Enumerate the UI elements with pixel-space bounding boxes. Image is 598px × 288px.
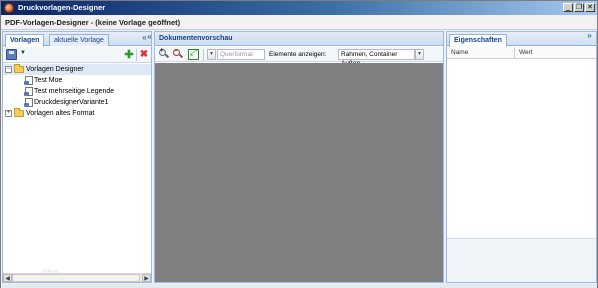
zoom-in-button[interactable]: + (159, 48, 170, 59)
collapse-right-icon[interactable]: » (584, 31, 595, 41)
scroll-right-icon[interactable]: ▶ (142, 274, 151, 282)
preview-title: Dokumentenvorschau (159, 35, 233, 42)
preview-toolbar: + − ▼ Querformat Elemente anzeigen: Rahm… (155, 47, 443, 67)
templates-tree: − Vorlagen Designer Test Moe Test mehrse… (3, 64, 151, 119)
maximize-button[interactable]: ❐ (574, 3, 584, 12)
column-header-name[interactable]: Name (447, 47, 514, 59)
templates-panel: Vorlagen aktuelle Vorlage « ▼ ✚ ✖ − Vorl… (2, 31, 152, 283)
toolbar-separator (203, 49, 204, 61)
elements-select[interactable]: Rahmen, Container Außen (338, 49, 415, 67)
preview-header: Dokumentenvorschau (155, 32, 443, 46)
tree-folder-vorlagen-designer[interactable]: − Vorlagen Designer (3, 64, 151, 75)
designer-header: PDF-Vorlagen-Designer - (keine Vorlage g… (1, 15, 597, 30)
collapse-center-left-icon[interactable]: « (144, 32, 155, 42)
template-document-icon (24, 98, 33, 107)
horizontal-scrollbar[interactable]: ◀ ▶ (3, 273, 151, 282)
tree-label: Test Moe (34, 77, 63, 84)
column-header-wert[interactable]: Wert (514, 47, 596, 59)
zoom-out-button[interactable]: − (173, 48, 184, 59)
floppy-icon (6, 49, 17, 60)
expand-icon[interactable]: + (5, 110, 12, 117)
minus-icon: − (174, 48, 178, 54)
template-document-icon (24, 87, 33, 96)
properties-panel: Eigenschaften Name Wert (446, 31, 597, 283)
tree-label: Vorlagen Designer (26, 66, 84, 73)
folder-icon (14, 108, 24, 117)
elements-label: Elemente anzeigen: (269, 51, 327, 58)
tree-item-druckdesignervariante1[interactable]: DruckdesignerVariante1 (3, 97, 151, 108)
status-bar (1, 284, 597, 288)
tab-aktuelle-vorlage[interactable]: aktuelle Vorlage (49, 34, 109, 46)
page-title: PDF-Vorlagen-Designer - (keine Vorlage g… (5, 18, 181, 27)
save-split-button[interactable]: ▼ (6, 49, 28, 61)
fit-page-button[interactable] (188, 48, 199, 60)
app-window: Druckvorlagen-Designer _ ❐ ✕ PDF-Vorlage… (0, 0, 598, 288)
chevron-down-icon[interactable]: ▼ (20, 50, 26, 56)
tree-label: Vorlagen altes Format (26, 110, 95, 117)
scrollbar-thumb[interactable] (12, 274, 140, 282)
collapse-icon[interactable]: − (5, 66, 12, 73)
window-title: Druckvorlagen-Designer (18, 3, 106, 12)
template-document-icon (24, 76, 33, 85)
app-icon (4, 3, 14, 13)
properties-footer (447, 238, 596, 282)
tab-strip: Vorlagen aktuelle Vorlage « (3, 32, 151, 47)
tab-vorlagen[interactable]: Vorlagen (5, 34, 45, 47)
templates-toolbar: ▼ ✚ ✖ (3, 47, 151, 63)
chevron-down-icon[interactable]: ▼ (415, 49, 424, 60)
tree-item-test-moe[interactable]: Test Moe (3, 75, 151, 86)
folder-open-icon (14, 64, 24, 73)
tree-folder-vorlagen-altes-format[interactable]: + Vorlagen altes Format (3, 108, 151, 119)
tree-item-test-mehrseitige-legende[interactable]: Test mehrseitige Legende (3, 86, 151, 97)
add-template-button[interactable]: ✚ (123, 49, 135, 61)
dropdown-button[interactable]: ▼ (207, 49, 216, 60)
preview-canvas[interactable] (155, 63, 443, 282)
close-button[interactable]: ✕ (585, 3, 595, 12)
properties-grid-header: Name Wert (447, 47, 596, 59)
tab-eigenschaften[interactable]: Eigenschaften (449, 34, 507, 47)
title-bar: Druckvorlagen-Designer _ ❐ ✕ (1, 1, 597, 15)
tree-label: Test mehrseitige Legende (34, 88, 115, 95)
scroll-left-icon[interactable]: ◀ (3, 274, 12, 282)
plus-icon: + (160, 48, 164, 54)
minimize-button[interactable]: _ (563, 3, 573, 12)
page-format-select[interactable]: Querformat (217, 49, 265, 60)
document-preview-panel: Dokumentenvorschau + − ▼ Querformat Elem… (154, 31, 444, 283)
properties-tab-strip: Eigenschaften (447, 32, 596, 47)
tree-label: DruckdesignerVariante1 (34, 99, 109, 106)
delete-template-button[interactable]: ✖ (138, 49, 150, 61)
toolbar-separator (136, 49, 137, 61)
